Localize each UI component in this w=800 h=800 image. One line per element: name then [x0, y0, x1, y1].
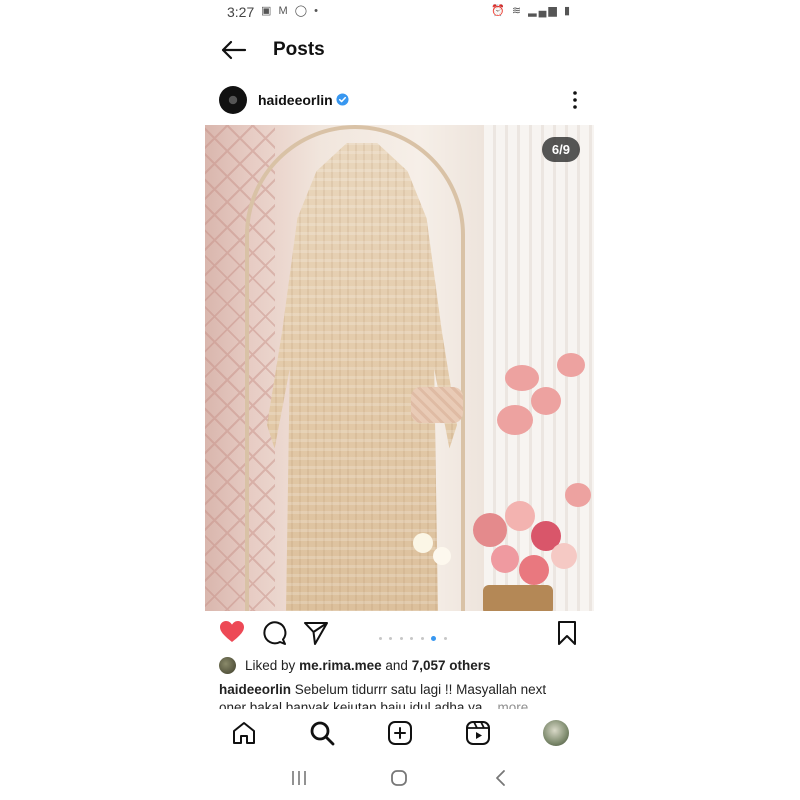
alarm-icon: ⏰: [491, 5, 507, 17]
signal-icon: ▂▄▆: [528, 5, 559, 17]
whatsapp-icon: ◯: [294, 5, 310, 17]
send-icon: [304, 622, 328, 645]
author-avatar[interactable]: [219, 86, 247, 114]
white-flower: [433, 547, 451, 565]
likes-summary[interactable]: Liked by me.rima.mee and 7,057 others: [219, 656, 589, 676]
back-arrow-icon: [221, 40, 247, 60]
flower-basket: [483, 585, 553, 611]
rose-flower: [505, 501, 535, 531]
heart-filled-icon: [220, 621, 244, 642]
home-icon: [233, 722, 255, 744]
home-tab[interactable]: [231, 720, 257, 746]
reels-tab[interactable]: [465, 720, 491, 746]
verified-badge-icon: [336, 93, 349, 106]
post-caption[interactable]: haideeorlin Sebelum tidurrr satu lagi !!…: [219, 681, 581, 709]
more-vertical-icon: [573, 91, 577, 109]
share-button[interactable]: [303, 620, 331, 646]
page-title: Posts: [273, 39, 325, 60]
search-tab[interactable]: [309, 720, 335, 746]
carousel-dot: [399, 637, 403, 641]
rose-flower: [473, 513, 507, 547]
create-tab[interactable]: [387, 720, 413, 746]
author-username[interactable]: haideeorlin: [258, 92, 333, 108]
dot-icon: •: [314, 5, 320, 17]
caption-username[interactable]: haideeorlin: [219, 682, 291, 697]
carousel-dot-active: [431, 636, 437, 642]
mail-icon: M: [278, 5, 290, 17]
likes-prefix: Liked by: [245, 658, 296, 673]
carousel-dots: [379, 630, 450, 642]
post-header: haideeorlin: [205, 84, 594, 118]
home-system-button[interactable]: [389, 768, 409, 788]
home-circle-icon: [391, 770, 407, 786]
post-image[interactable]: 6/9: [205, 125, 594, 611]
orchid-flower: [531, 387, 561, 415]
search-icon: [310, 721, 335, 746]
comment-icon: [263, 621, 287, 645]
back-button[interactable]: [219, 38, 247, 62]
create-icon: [388, 721, 412, 745]
bottom-tab-bar: [205, 710, 594, 754]
carousel-dot: [410, 637, 414, 641]
orchid-flower: [505, 365, 539, 391]
quilted-bag: [411, 387, 463, 423]
system-nav-bar: [205, 756, 594, 800]
top-header: Posts: [205, 30, 594, 70]
like-button[interactable]: [219, 620, 247, 646]
recent-apps-button[interactable]: [289, 768, 309, 788]
rose-flower: [551, 543, 577, 569]
status-time: 3:27: [227, 4, 255, 20]
comment-button[interactable]: [261, 620, 289, 646]
carousel-dot: [443, 637, 447, 641]
rose-flower: [491, 545, 519, 573]
reels-icon: [466, 721, 490, 745]
bookmark-icon: [558, 621, 576, 645]
white-flower: [413, 533, 433, 553]
post-actions: [205, 618, 594, 648]
chevron-left-icon: [496, 770, 505, 786]
caption-more-link[interactable]: more: [497, 700, 528, 709]
orchid-flower: [497, 405, 533, 435]
liker-avatar: [219, 657, 236, 674]
notification-icons: ▣ M ◯ •: [261, 4, 320, 17]
likes-others-count[interactable]: 7,057 others: [412, 658, 491, 673]
caption-line-1: haideeorlin Sebelum tidurrr satu lagi !!…: [219, 681, 581, 699]
orchid-flower: [565, 483, 591, 507]
liker-username[interactable]: me.rima.mee: [299, 658, 382, 673]
recent-apps-icon: [292, 771, 306, 785]
rose-flower: [519, 555, 549, 585]
gallery-icon: ▣: [261, 5, 274, 17]
battery-icon: ▮: [563, 5, 572, 17]
carousel-dot: [420, 637, 424, 641]
profile-tab-avatar[interactable]: [543, 720, 569, 746]
phone-screen: 3:27 ▣ M ◯ • ⏰ ≋ ▂▄▆ ▮ Posts haideeorlin: [205, 0, 594, 800]
caption-line-2: oner bakal banyak kejutan baju idul adha…: [219, 699, 581, 709]
likes-text: Liked by me.rima.mee and 7,057 others: [245, 658, 490, 673]
carousel-dot: [389, 637, 393, 641]
carousel-page-indicator: 6/9: [541, 137, 580, 162]
system-icons: ⏰ ≋ ▂▄▆ ▮: [491, 4, 572, 17]
wifi-icon: ≋: [511, 5, 524, 17]
save-button[interactable]: [555, 620, 583, 646]
likes-joiner: and: [385, 658, 408, 673]
orchid-flower: [557, 353, 585, 377]
caption-text-continued: oner bakal banyak kejutan baju idul adha…: [219, 700, 494, 709]
status-bar: 3:27 ▣ M ◯ • ⏰ ≋ ▂▄▆ ▮: [205, 0, 594, 24]
carousel-dot: [379, 637, 382, 641]
back-system-button[interactable]: [491, 768, 511, 788]
post-options-button[interactable]: [568, 88, 582, 112]
caption-text: Sebelum tidurrr satu lagi !! Masyallah n…: [294, 682, 547, 697]
